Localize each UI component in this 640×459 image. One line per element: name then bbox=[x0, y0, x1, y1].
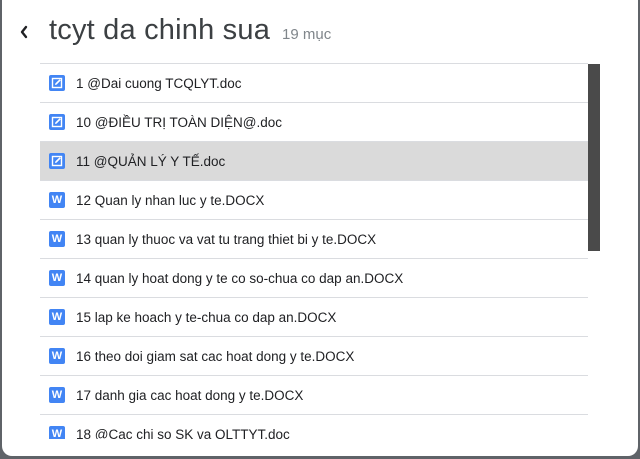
file-name: 13 quan ly thuoc va vat tu trang thiet b… bbox=[76, 231, 377, 247]
scrollbar-thumb[interactable] bbox=[588, 64, 600, 251]
file-name: 15 lap ke hoach y te-chua co dap an.DOCX bbox=[76, 309, 337, 325]
file-row[interactable]: W 18 @Cac chi so SK va QLTTYT.doc bbox=[40, 415, 588, 439]
edit-doc-icon bbox=[49, 114, 65, 130]
file-name: 14 quan ly hoat dong y te co so-chua co … bbox=[76, 270, 404, 286]
folder-panel: tcyt da chinh sua 19 mục 1 @Dai cuong TC… bbox=[2, 0, 638, 456]
chevron-left-icon bbox=[19, 25, 29, 44]
file-name: 10 @ĐIỀU TRỊ TOÀN DIỆN@.doc bbox=[76, 114, 282, 130]
title-group: tcyt da chinh sua 19 mục bbox=[49, 14, 331, 47]
file-name: 1 @Dai cuong TCQLYT.doc bbox=[76, 75, 242, 91]
file-row[interactable]: 11 @QUẢN LÝ Y TẾ.doc bbox=[40, 142, 588, 181]
word-icon: W bbox=[49, 309, 65, 325]
file-row[interactable]: W 17 danh gia cac hoat dong y te.DOCX bbox=[40, 376, 588, 415]
file-row[interactable]: W 12 Quan ly nhan luc y te.DOCX bbox=[40, 181, 588, 220]
edit-doc-icon bbox=[49, 75, 65, 91]
file-name: 12 Quan ly nhan luc y te.DOCX bbox=[76, 192, 265, 208]
word-icon: W bbox=[49, 387, 65, 403]
file-row[interactable]: 10 @ĐIỀU TRỊ TOÀN DIỆN@.doc bbox=[40, 103, 588, 142]
file-row[interactable]: W 13 quan ly thuoc va vat tu trang thiet … bbox=[40, 220, 588, 259]
word-icon: W bbox=[49, 192, 65, 208]
word-icon: W bbox=[49, 348, 65, 364]
folder-header: tcyt da chinh sua 19 mục bbox=[2, 0, 638, 64]
file-row[interactable]: 1 @Dai cuong TCQLYT.doc bbox=[40, 64, 588, 103]
file-name: 18 @Cac chi so SK va QLTTYT.doc bbox=[76, 426, 290, 440]
back-button[interactable] bbox=[14, 20, 34, 48]
file-name: 11 @QUẢN LÝ Y TẾ.doc bbox=[76, 153, 226, 169]
word-icon: W bbox=[49, 231, 65, 247]
file-row[interactable]: W 15 lap ke hoach y te-chua co dap an.DOC… bbox=[40, 298, 588, 337]
word-icon: W bbox=[49, 426, 65, 439]
file-name: 17 danh gia cac hoat dong y te.DOCX bbox=[76, 387, 304, 403]
item-count: 19 mục bbox=[282, 26, 332, 43]
edit-doc-icon bbox=[49, 153, 65, 169]
folder-title: tcyt da chinh sua bbox=[49, 14, 271, 46]
file-row[interactable]: W 16 theo doi giam sat cac hoat dong y te… bbox=[40, 337, 588, 376]
file-list: 1 @Dai cuong TCQLYT.doc 10 @ĐIỀU TRỊ TOÀN… bbox=[40, 63, 588, 439]
file-row[interactable]: W 14 quan ly hoat dong y te co so-chua co… bbox=[40, 259, 588, 298]
scrollbar-track[interactable] bbox=[588, 63, 600, 438]
word-icon: W bbox=[49, 270, 65, 286]
file-name: 16 theo doi giam sat cac hoat dong y te.… bbox=[76, 348, 355, 364]
